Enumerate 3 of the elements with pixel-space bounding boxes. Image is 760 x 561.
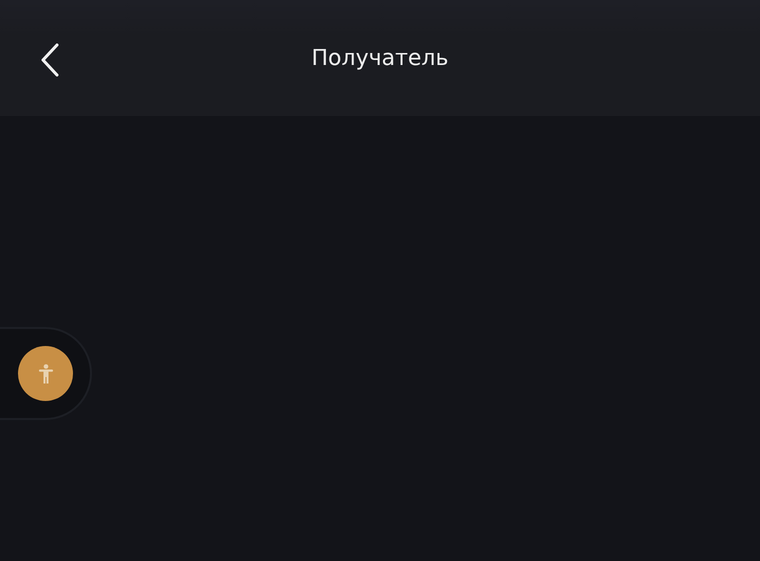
back-icon <box>40 43 60 77</box>
accessibility-icon <box>38 364 52 384</box>
page-title: Получатель <box>312 46 448 70</box>
